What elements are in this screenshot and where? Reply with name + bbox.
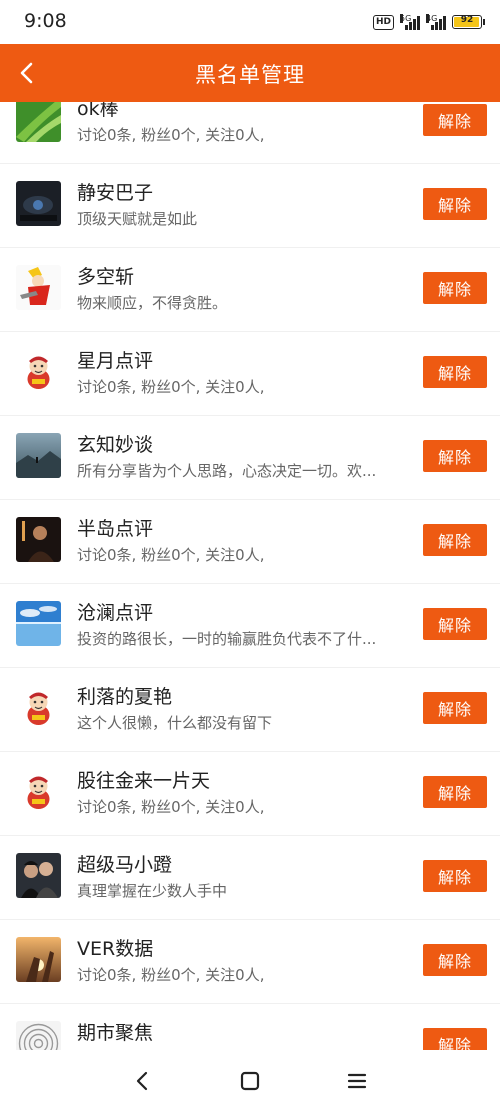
hd-icon: HD: [372, 14, 394, 30]
status-icons: HD 5G 4G 92: [372, 14, 485, 30]
unblock-button[interactable]: 解除: [423, 356, 487, 388]
menu-nav-icon: [347, 1073, 367, 1089]
back-nav-icon: [136, 1071, 148, 1091]
blacklist-row: 多空斩物来顺应，不得贪胜。 解除: [0, 248, 500, 332]
user-name: 多空斩: [77, 266, 135, 288]
user-name: 静安巴子: [77, 182, 154, 204]
user-name: VER数据: [77, 938, 154, 960]
user-name: 沧澜点评: [77, 602, 154, 624]
avatar[interactable]: [16, 349, 61, 394]
user-description: 这个人很懒，什么都没有留下: [77, 714, 273, 732]
signal-5g-icon: 5G: [400, 14, 420, 30]
user-name: 半岛点评: [77, 518, 154, 540]
unblock-button[interactable]: 解除: [423, 944, 487, 976]
blacklist-row: ok棒讨论0条, 粉丝0个, 关注0人, 解除: [0, 102, 500, 164]
avatar[interactable]: [16, 853, 61, 898]
status-bar: 9:08 HD 5G 4G 92: [0, 0, 500, 44]
home-nav-icon: [240, 1071, 260, 1091]
avatar[interactable]: [16, 433, 61, 478]
menu-nav-button[interactable]: [337, 1064, 377, 1098]
blacklist-row: 沧澜点评投资的路很长，一时的输赢胜负代表不了什... 解除: [0, 584, 500, 668]
avatar[interactable]: [16, 601, 61, 646]
avatar[interactable]: [16, 1021, 61, 1050]
unblock-button[interactable]: 解除: [423, 1028, 487, 1050]
user-description: 讨论0条, 粉丝0个, 关注0人,: [77, 546, 265, 564]
avatar[interactable]: [16, 685, 61, 730]
system-navbar: [0, 1050, 500, 1111]
page-title: 黑名单管理: [195, 63, 305, 87]
user-description: 顶级天赋就是如此: [77, 210, 198, 228]
user-description: 物来顺应，不得贪胜。: [77, 294, 228, 312]
blacklist-row: VER数据讨论0条, 粉丝0个, 关注0人, 解除: [0, 920, 500, 1004]
back-nav-button[interactable]: [122, 1064, 162, 1098]
blacklist-row: 星月点评讨论0条, 粉丝0个, 关注0人, 解除: [0, 332, 500, 416]
unblock-button[interactable]: 解除: [423, 272, 487, 304]
unblock-button[interactable]: 解除: [423, 188, 487, 220]
user-description: 讨论0条, 粉丝0个, 关注0人,: [77, 798, 265, 816]
user-name: 期市聚焦: [77, 1022, 154, 1044]
user-name: 超级马小蹬: [77, 854, 173, 876]
avatar[interactable]: [16, 265, 61, 310]
status-time: 9:08: [24, 10, 67, 32]
user-description: 投资的路很长，一时的输赢胜负代表不了什...: [77, 630, 377, 648]
unblock-button[interactable]: 解除: [423, 776, 487, 808]
blacklist-row: 玄知妙谈所有分享皆为个人思路，心态决定一切。欢... 解除: [0, 416, 500, 500]
blacklist-row: 期市聚焦 解除: [0, 1004, 500, 1050]
unblock-button[interactable]: 解除: [423, 860, 487, 892]
unblock-button[interactable]: 解除: [423, 608, 487, 640]
avatar[interactable]: [16, 517, 61, 562]
user-name: ok棒: [77, 102, 119, 120]
user-description: 讨论0条, 粉丝0个, 关注0人,: [77, 126, 265, 144]
battery-level: 92: [460, 15, 474, 25]
blacklist[interactable]: ok棒 讨论0条, 粉丝0个, 关注0人, 解除 静安巴子 顶级天赋就是如此 解除 多空斩物…: [0, 102, 500, 1050]
user-description: 真理掌握在少数人手中: [77, 882, 228, 900]
title-bar: 黑名单管理: [0, 44, 500, 102]
unblock-button[interactable]: 解除: [423, 692, 487, 724]
unblock-button[interactable]: 解除: [423, 440, 487, 472]
user-description: 所有分享皆为个人思路，心态决定一切。欢...: [77, 462, 377, 480]
user-description: 讨论0条, 粉丝0个, 关注0人,: [77, 378, 265, 396]
avatar[interactable]: [16, 769, 61, 814]
unblock-button[interactable]: 解除: [423, 524, 487, 556]
unblock-button[interactable]: 解除: [423, 104, 487, 136]
avatar[interactable]: [16, 181, 61, 226]
blacklist-row: 超级马小蹬真理掌握在少数人手中 解除: [0, 836, 500, 920]
blacklist-row: 半岛点评讨论0条, 粉丝0个, 关注0人, 解除: [0, 500, 500, 584]
blacklist-row: 股往金来一片天讨论0条, 粉丝0个, 关注0人, 解除: [0, 752, 500, 836]
blacklist-row: 利落的夏艳这个人很懒，什么都没有留下 解除: [0, 668, 500, 752]
signal-4g-icon: 4G: [426, 14, 446, 30]
user-name: 星月点评: [77, 350, 154, 372]
user-description: 讨论0条, 粉丝0个, 关注0人,: [77, 966, 265, 984]
user-name: 利落的夏艳: [77, 686, 173, 708]
user-name: 玄知妙谈: [77, 434, 154, 456]
avatar[interactable]: [16, 102, 61, 142]
battery-icon: 92: [452, 15, 485, 29]
avatar[interactable]: [16, 937, 61, 982]
user-name: 股往金来一片天: [77, 770, 211, 792]
home-nav-button[interactable]: [230, 1064, 270, 1098]
blacklist-row: 静安巴子顶级天赋就是如此 解除: [0, 164, 500, 248]
